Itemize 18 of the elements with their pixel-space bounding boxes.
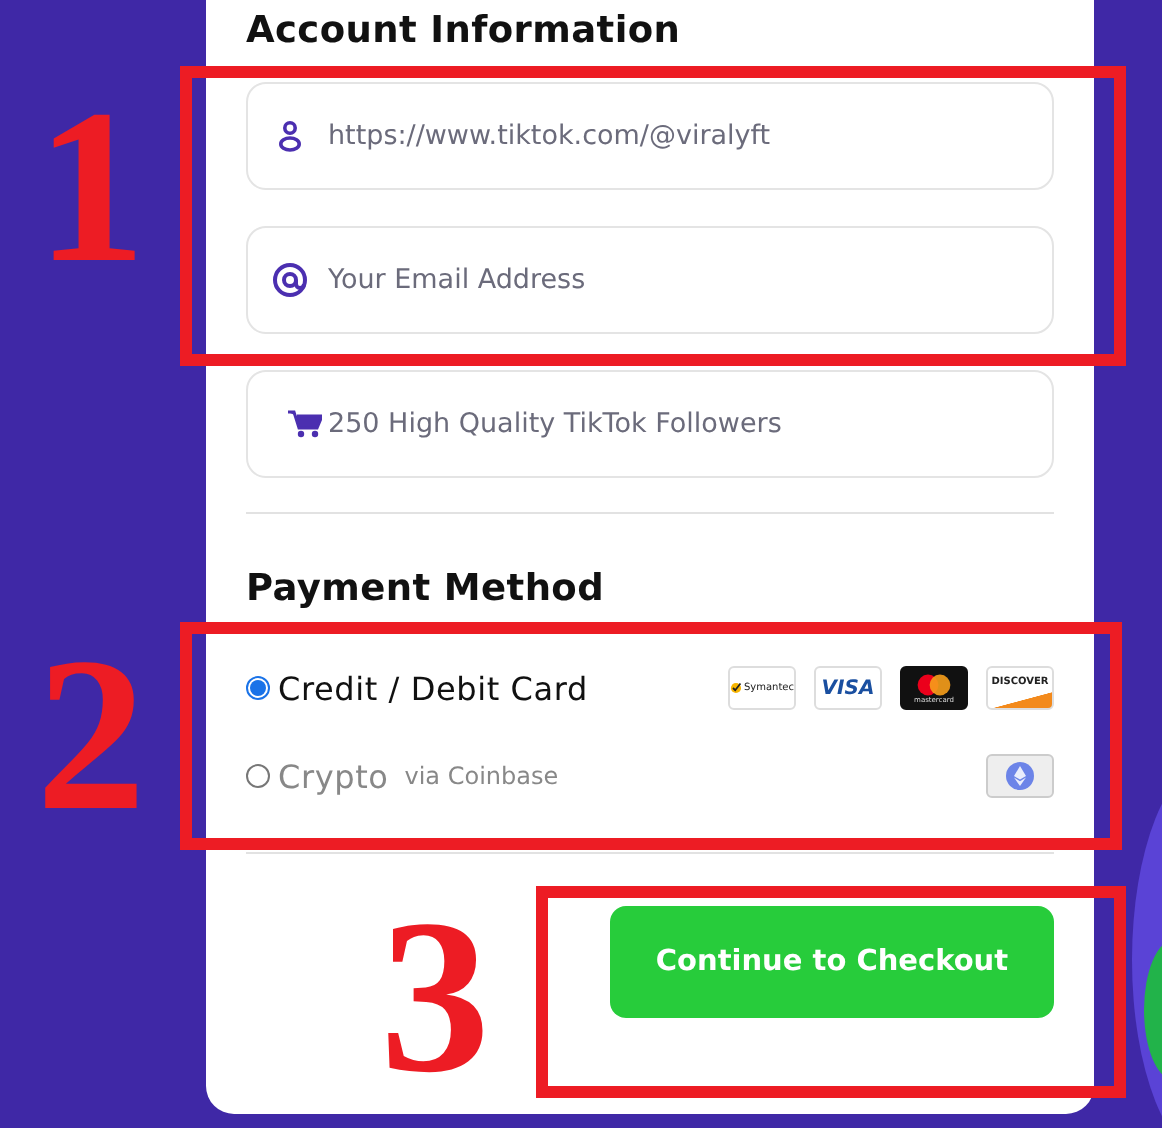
at-sign-icon bbox=[272, 262, 308, 298]
product-field[interactable]: 250 High Quality TikTok Followers bbox=[246, 370, 1054, 478]
radio-button[interactable] bbox=[246, 676, 270, 700]
payment-option-note: via Coinbase bbox=[404, 762, 559, 790]
annotation-number: 1 bbox=[36, 76, 146, 296]
payment-option-label: Credit / Debit Card bbox=[278, 669, 588, 707]
email-field[interactable]: Your Email Address bbox=[246, 226, 1054, 334]
cart-icon bbox=[287, 410, 321, 438]
annotation-number: 2 bbox=[36, 624, 146, 844]
payment-option-label: Crypto bbox=[278, 757, 389, 795]
section-heading: Payment Method bbox=[246, 566, 607, 614]
profile-field[interactable]: https://www.tiktok.com/@viralyft bbox=[246, 82, 1054, 190]
radio-button[interactable] bbox=[246, 764, 270, 788]
annotation-number: 3 bbox=[380, 886, 490, 1106]
section-heading: Account Information bbox=[246, 8, 683, 56]
user-icon bbox=[278, 120, 302, 152]
ethereum-badge bbox=[986, 754, 1054, 798]
visa-badge: VISA bbox=[814, 666, 882, 710]
